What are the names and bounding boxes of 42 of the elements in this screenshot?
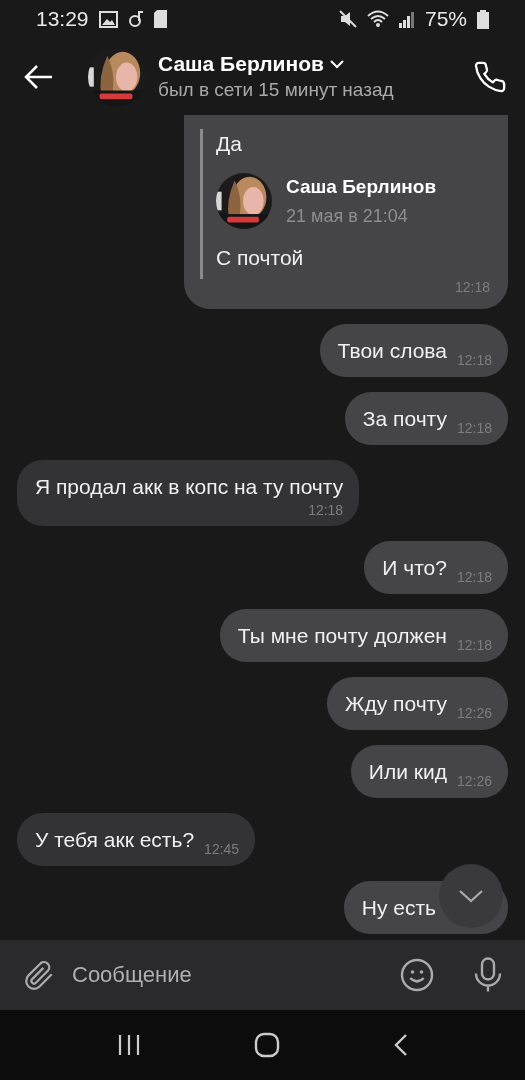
- message-text: У тебя акк есть?: [35, 827, 195, 853]
- message-time: 12:18: [456, 569, 492, 585]
- mute-icon: [338, 10, 357, 28]
- message-date: 21 мая в 21:04: [286, 205, 409, 227]
- back-button[interactable]: [24, 63, 54, 90]
- chevron-down-icon: [458, 889, 484, 903]
- chevron-down-icon[interactable]: [329, 59, 344, 69]
- message-time: 12:26: [456, 705, 492, 721]
- message-text: И что?: [382, 555, 447, 581]
- message-text: За почту: [362, 406, 447, 432]
- message-text: Я продал акк в копс на ту почту: [35, 474, 344, 500]
- battery-icon: [477, 9, 489, 29]
- contact-name: Саша Берлинов: [158, 52, 324, 76]
- message-text: Жду почту: [345, 691, 447, 717]
- message-text: Твои слова: [337, 338, 447, 364]
- message-time: 12:18: [456, 352, 492, 368]
- message-time: 12:18: [456, 420, 492, 436]
- microphone-icon[interactable]: [473, 957, 503, 993]
- message-text: Ты мне почту должен: [237, 623, 447, 649]
- message-text: Да: [216, 131, 243, 157]
- back-icon[interactable]: [394, 1033, 409, 1057]
- phone-icon[interactable]: [473, 59, 507, 94]
- music-note-icon: [127, 10, 144, 28]
- wifi-icon: [366, 10, 389, 28]
- message-time: 12:18: [308, 502, 344, 518]
- sd-card-icon: [153, 10, 167, 28]
- signal-icon: [398, 10, 415, 28]
- recent-apps-icon[interactable]: [116, 1034, 141, 1056]
- message-text: С почтой: [216, 245, 305, 271]
- message-time: 12:18: [456, 637, 492, 653]
- author-name: Саша Берлинов: [286, 175, 437, 198]
- message-text: Или кид: [368, 759, 447, 785]
- last-seen-status: был в сети 15 минут назад: [158, 79, 395, 101]
- image-icon: [98, 10, 118, 28]
- emoji-icon[interactable]: [399, 957, 435, 993]
- message-time: 12:45: [204, 841, 240, 857]
- clock: 13:29: [36, 7, 89, 31]
- message-text: Ну есть: [361, 895, 436, 921]
- message-time: 12:18: [454, 279, 490, 295]
- home-icon[interactable]: [254, 1032, 281, 1058]
- message-time: 12:26: [456, 773, 492, 789]
- battery-percentage: 75%: [424, 7, 467, 31]
